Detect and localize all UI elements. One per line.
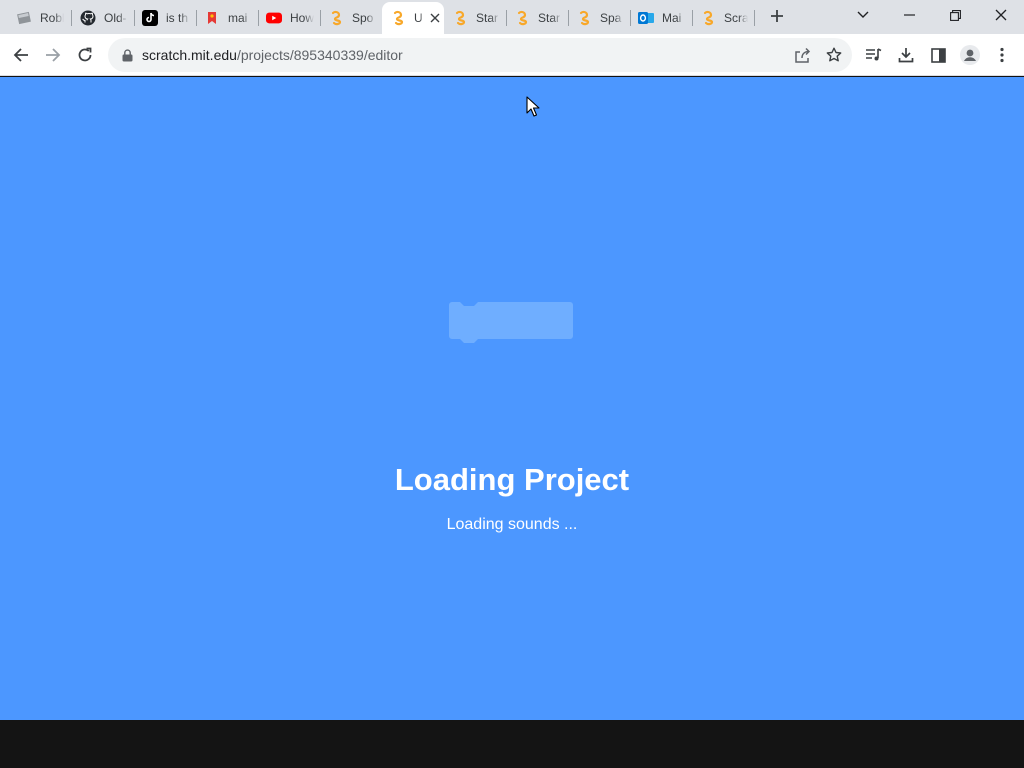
url-domain: scratch.mit.edu	[142, 47, 237, 63]
scratch-loader-screen: Loading Project Loading sounds ...	[0, 77, 1024, 720]
tab-title: Old-	[104, 11, 127, 25]
tab-5[interactable]: How	[258, 4, 320, 32]
minimize-button[interactable]	[886, 0, 932, 30]
bookmark-star-icon[interactable]	[824, 45, 844, 65]
tab-11[interactable]: Mai	[630, 4, 692, 32]
loading-block-icon	[448, 300, 574, 348]
arrow-right-icon	[46, 48, 61, 62]
scratch-icon	[452, 10, 468, 26]
tab-title: Mai	[662, 11, 682, 25]
scratch-icon	[576, 10, 592, 26]
roblox-icon	[16, 10, 32, 26]
tab-1[interactable]: Robl	[8, 4, 70, 32]
restore-icon	[949, 9, 961, 21]
scratch-icon	[700, 10, 716, 26]
red-bookmark-icon	[204, 10, 220, 26]
tab-separator	[754, 10, 755, 26]
side-panel-icon[interactable]	[928, 45, 948, 65]
tab-6[interactable]: Spo	[320, 4, 382, 32]
tab-title: Scra	[724, 11, 748, 25]
close-window-button[interactable]	[978, 0, 1024, 30]
url-path: /projects/895340339/editor	[236, 47, 403, 63]
media-control-icon[interactable]	[863, 45, 883, 65]
tab-title: U	[414, 11, 423, 25]
tab-title: Spo	[352, 11, 374, 25]
loading-title: Loading Project	[394, 462, 630, 497]
tab-7-active[interactable]: U	[382, 2, 444, 34]
tab-title: How	[290, 11, 314, 25]
new-tab-button[interactable]	[766, 5, 788, 27]
arrow-left-icon	[13, 48, 28, 62]
back-button[interactable]	[7, 41, 35, 69]
reload-icon	[78, 47, 92, 62]
restore-button[interactable]	[932, 0, 978, 30]
profile-avatar-icon[interactable]	[960, 45, 980, 65]
loading-status: Loading sounds ...	[446, 516, 578, 533]
tab-title: Star	[538, 11, 561, 25]
share-icon[interactable]	[792, 45, 812, 65]
tab-2[interactable]: Old-	[72, 4, 134, 32]
lock-icon[interactable]	[120, 48, 134, 62]
mouse-cursor-icon	[526, 96, 540, 117]
scratch-icon	[514, 10, 530, 26]
address-bar[interactable]: scratch.mit.edu/projects/895340339/edito…	[108, 38, 852, 72]
outlook-icon	[638, 10, 654, 26]
minimize-icon	[903, 14, 915, 16]
browser-toolbar: scratch.mit.edu/projects/895340339/edito…	[0, 34, 1024, 76]
tab-search-button[interactable]	[840, 0, 886, 30]
reload-button[interactable]	[71, 41, 99, 69]
youtube-icon	[266, 10, 282, 26]
url-text[interactable]: scratch.mit.edu/projects/895340339/edito…	[142, 47, 403, 63]
scratch-icon	[328, 10, 344, 26]
download-icon[interactable]	[896, 45, 916, 65]
tab-4[interactable]: mai	[196, 4, 258, 32]
github-icon	[80, 10, 96, 26]
tab-8[interactable]: Star	[444, 4, 506, 32]
close-icon	[995, 9, 1007, 21]
browser-tabstrip: Robl Old- is th mai How Spo U Star Star …	[0, 0, 1024, 34]
tab-title: mai	[228, 11, 248, 25]
tab-10[interactable]: Spa	[568, 4, 630, 32]
close-tab-icon[interactable]	[430, 11, 440, 26]
tab-3[interactable]: is th	[134, 4, 196, 32]
tab-title: is th	[166, 11, 189, 25]
plus-icon	[771, 10, 783, 22]
tab-title: Spa	[600, 11, 622, 25]
tab-title: Robl	[40, 11, 64, 25]
tab-9[interactable]: Star	[506, 4, 568, 32]
bottom-bar	[0, 720, 1024, 768]
scratch-icon	[390, 10, 406, 26]
more-menu-icon[interactable]	[992, 45, 1012, 65]
tab-12[interactable]: Scra	[692, 4, 754, 32]
tiktok-icon	[142, 10, 158, 26]
forward-button[interactable]	[39, 41, 67, 69]
chevron-down-icon	[857, 11, 869, 18]
tab-title: Star	[476, 11, 499, 25]
